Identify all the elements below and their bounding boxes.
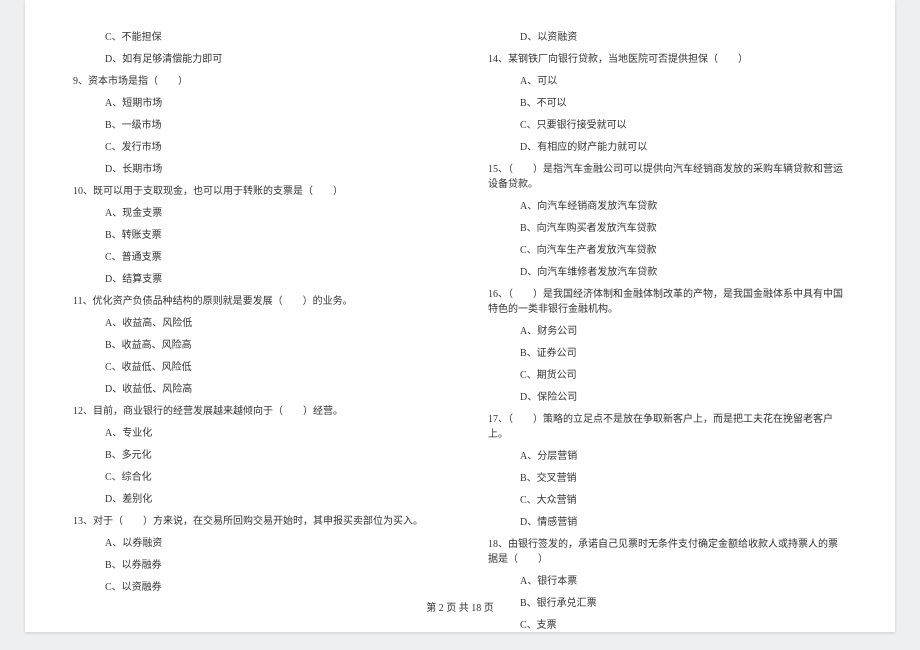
option-text: B、向汽车购买者发放汽车贷款 [488, 221, 847, 236]
question-text: 15、（ ）是指汽车金融公司可以提供向汽车经销商发放的采购车辆贷款和营运设备贷款… [488, 162, 847, 192]
option-text: D、向汽车维修者发放汽车贷款 [488, 265, 847, 280]
question-text: 9、资本市场是指（ ） [73, 74, 432, 89]
option-text: C、发行市场 [73, 140, 432, 155]
option-text: B、多元化 [73, 448, 432, 463]
document-page: C、不能担保 D、如有足够清偿能力即可 9、资本市场是指（ ） A、短期市场 B、一级市… [25, 0, 895, 632]
option-text: D、差别化 [73, 492, 432, 507]
option-text: D、保险公司 [488, 390, 847, 405]
option-text: A、短期市场 [73, 96, 432, 111]
option-text: A、现金支票 [73, 206, 432, 221]
option-text: C、只要银行接受就可以 [488, 118, 847, 133]
option-text: B、转账支票 [73, 228, 432, 243]
option-text: A、以券融资 [73, 536, 432, 551]
option-text: C、期货公司 [488, 368, 847, 383]
question-text: 18、由银行签发的，承诺自己见票时无条件支付确定金额给收款人或持票人的票据是（ … [488, 537, 847, 567]
option-text: C、综合化 [73, 470, 432, 485]
option-text: C、支票 [488, 618, 847, 633]
option-text: C、向汽车生产者发放汽车贷款 [488, 243, 847, 258]
option-text: A、收益高、风险低 [73, 316, 432, 331]
option-text: D、有相应的财产能力就可以 [488, 140, 847, 155]
question-text: 14、某钢铁厂向银行贷款，当地医院可否提供担保（ ） [488, 52, 847, 67]
question-text: 10、既可以用于支取现金，也可以用于转账的支票是（ ） [73, 184, 432, 199]
option-text: D、如有足够清偿能力即可 [73, 52, 432, 67]
option-text: B、不可以 [488, 96, 847, 111]
option-text: D、结算支票 [73, 272, 432, 287]
option-text: C、不能担保 [73, 30, 432, 45]
option-text: A、分层营销 [488, 449, 847, 464]
option-text: B、以券融券 [73, 558, 432, 573]
question-text: 12、目前，商业银行的经营发展越来越倾向于（ ）经营。 [73, 404, 432, 419]
option-text: A、可以 [488, 74, 847, 89]
question-text: 11、优化资产负债品种结构的原则就是要发展（ ）的业务。 [73, 294, 432, 309]
page-footer: 第 2 页 共 18 页 [25, 599, 895, 614]
option-text: B、一级市场 [73, 118, 432, 133]
option-text: D、情感营销 [488, 515, 847, 530]
option-text: D、收益低、风险高 [73, 382, 432, 397]
option-text: B、收益高、风险高 [73, 338, 432, 353]
option-text: A、财务公司 [488, 324, 847, 339]
left-column: C、不能担保 D、如有足够清偿能力即可 9、资本市场是指（ ） A、短期市场 B、一级市… [25, 0, 460, 632]
option-text: A、银行本票 [488, 574, 847, 589]
question-text: 13、对于（ ）方来说，在交易所回购交易开始时，其申报买卖部位为买入。 [73, 514, 432, 529]
question-text: 17、（ ）策略的立足点不是放在争取新客户上，而是把工夫花在挽留老客户上。 [488, 412, 847, 442]
question-text: 16、（ ）是我国经济体制和金融体制改革的产物，是我国金融体系中具有中国特色的一… [488, 287, 847, 317]
option-text: D、长期市场 [73, 162, 432, 177]
option-text: D、以资融资 [488, 30, 847, 45]
option-text: A、专业化 [73, 426, 432, 441]
option-text: B、证券公司 [488, 346, 847, 361]
option-text: C、大众营销 [488, 493, 847, 508]
option-text: B、交叉营销 [488, 471, 847, 486]
option-text: C、收益低、风险低 [73, 360, 432, 375]
right-column: D、以资融资 14、某钢铁厂向银行贷款，当地医院可否提供担保（ ） A、可以 B、不可… [460, 0, 895, 632]
option-text: C、普通支票 [73, 250, 432, 265]
option-text: A、向汽车经销商发放汽车贷款 [488, 199, 847, 214]
option-text: C、以资融券 [73, 580, 432, 595]
